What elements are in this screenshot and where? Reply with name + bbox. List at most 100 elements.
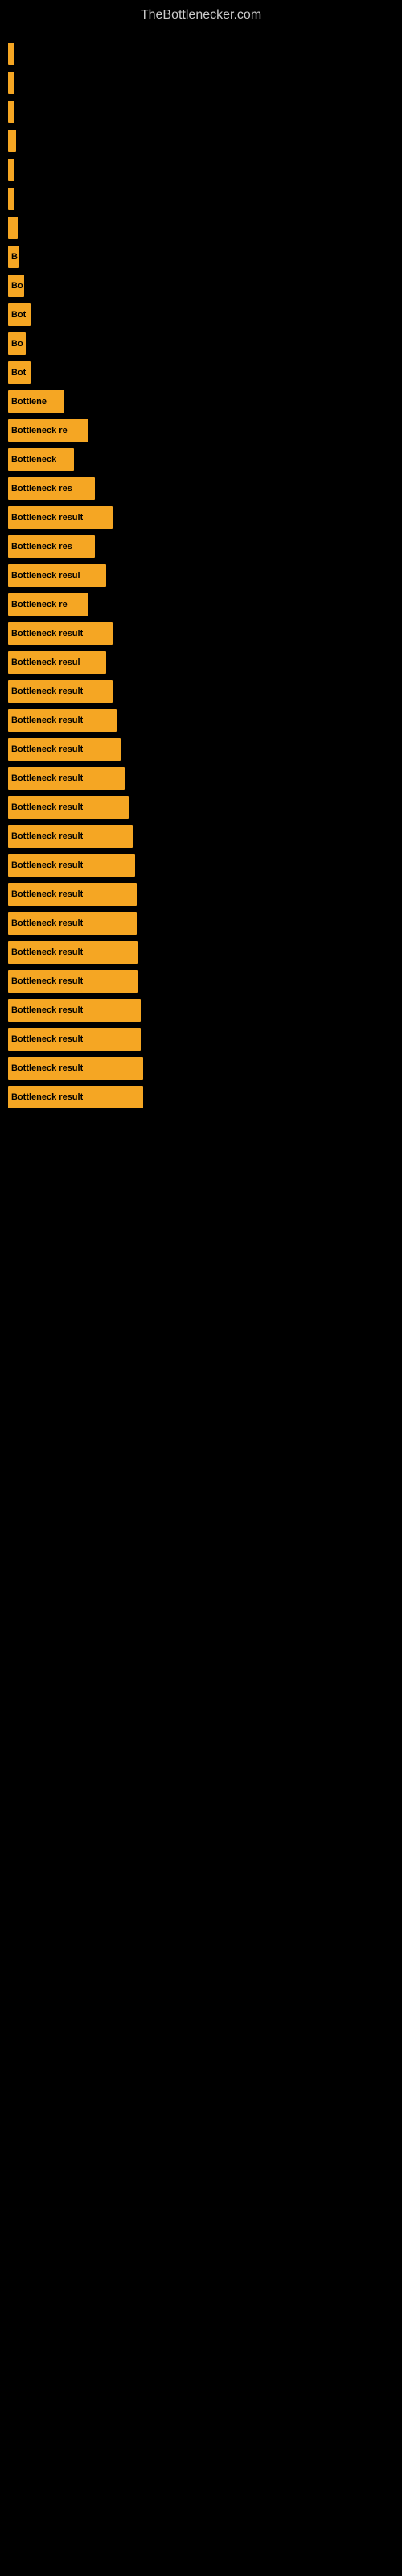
bar-row: Bottleneck re <box>8 593 394 616</box>
site-title: TheBottlenecker.com <box>0 0 402 27</box>
bar-row: B <box>8 246 394 268</box>
bar-item: Bottleneck result <box>8 1028 141 1051</box>
bar-item: Bottleneck result <box>8 970 138 993</box>
bar-row: Bottleneck res <box>8 477 394 500</box>
bar-item: Bottleneck result <box>8 883 137 906</box>
bar-row: Bottleneck result <box>8 680 394 703</box>
bar-label: Bo <box>11 281 23 291</box>
bar-label: Bottleneck result <box>11 1063 83 1073</box>
bar-row <box>8 188 394 210</box>
bar-row: Bot <box>8 303 394 326</box>
bar-label: Bottleneck result <box>11 976 83 986</box>
bar-row: Bottleneck result <box>8 709 394 732</box>
bar-item: Bo <box>8 275 24 297</box>
bar-label: Bottleneck result <box>11 947 83 957</box>
bar-row: Bo <box>8 275 394 297</box>
bar-label: Bottleneck re <box>11 600 68 609</box>
bar-label: Bottleneck result <box>11 687 83 696</box>
bar-row: Bottleneck result <box>8 999 394 1022</box>
bar-item <box>8 130 16 152</box>
bar-row <box>8 43 394 65</box>
bar-label: Bottleneck result <box>11 629 83 638</box>
bar-item <box>8 188 14 210</box>
bar-row: Bottleneck result <box>8 796 394 819</box>
bar-label: Bottleneck result <box>11 716 83 725</box>
bar-row: Bottleneck result <box>8 970 394 993</box>
bar-row: Bottleneck re <box>8 419 394 442</box>
bar-item: Bottleneck result <box>8 767 125 790</box>
bar-label: Bottleneck resul <box>11 571 80 580</box>
bar-item: Bottlene <box>8 390 64 413</box>
bar-label: Bottleneck result <box>11 919 83 928</box>
bar-item: Bottleneck res <box>8 477 95 500</box>
bar-label: Bottleneck <box>11 455 56 464</box>
bar-row: Bottlene <box>8 390 394 413</box>
bar-label: Bo <box>11 339 23 349</box>
bar-row: Bottleneck result <box>8 1028 394 1051</box>
bar-item: Bottleneck result <box>8 738 121 761</box>
bar-item: Bottleneck result <box>8 825 133 848</box>
bar-item: Bottleneck res <box>8 535 95 558</box>
bar-row: Bottleneck result <box>8 767 394 790</box>
bar-label: Bottleneck result <box>11 1034 83 1044</box>
bar-label: Bottleneck resul <box>11 658 80 667</box>
bar-item: Bottleneck result <box>8 622 113 645</box>
bar-item: Bot <box>8 361 31 384</box>
bar-item: Bottleneck resul <box>8 651 106 674</box>
bar-label: Bottleneck re <box>11 426 68 436</box>
bar-item: Bottleneck <box>8 448 74 471</box>
bar-item: Bot <box>8 303 31 326</box>
bar-item: Bottleneck result <box>8 1086 143 1108</box>
bar-item <box>8 43 14 65</box>
bar-row: Bottleneck result <box>8 738 394 761</box>
bar-item: Bottleneck result <box>8 1057 143 1080</box>
bar-item: Bottleneck result <box>8 999 141 1022</box>
bar-row: Bottleneck result <box>8 506 394 529</box>
bar-row <box>8 72 394 94</box>
bar-item <box>8 72 14 94</box>
bar-item: Bottleneck result <box>8 912 137 935</box>
bar-label: Bottleneck result <box>11 1005 83 1015</box>
bar-item: Bottleneck result <box>8 506 113 529</box>
bar-label: Bottleneck result <box>11 803 83 812</box>
bar-row: Bottleneck result <box>8 854 394 877</box>
bar-label: Bottleneck result <box>11 774 83 783</box>
bar-label: Bottleneck res <box>11 484 72 493</box>
site-title-container: TheBottlenecker.com <box>0 0 402 27</box>
bar-label: Bot <box>11 310 26 320</box>
bar-row: Bottleneck result <box>8 912 394 935</box>
bar-item <box>8 101 14 123</box>
bar-row <box>8 130 394 152</box>
bar-item: Bottleneck result <box>8 854 135 877</box>
bar-row: Bottleneck resul <box>8 651 394 674</box>
bar-label: Bottleneck result <box>11 861 83 870</box>
bar-item: Bo <box>8 332 26 355</box>
bar-row: Bottleneck resul <box>8 564 394 587</box>
bar-row: Bottleneck result <box>8 825 394 848</box>
bar-item <box>8 217 18 239</box>
bar-label: Bottleneck res <box>11 542 72 551</box>
bar-label: Bottlene <box>11 397 47 407</box>
bar-row <box>8 217 394 239</box>
bar-label: Bottleneck result <box>11 745 83 754</box>
bar-item <box>8 159 14 181</box>
bar-label: Bottleneck result <box>11 890 83 899</box>
bar-row: Bottleneck result <box>8 1057 394 1080</box>
bar-item: Bottleneck re <box>8 419 88 442</box>
bars-container: B Bo Bot Bo Bot Bottlene Bottleneck re Bottlene… <box>0 27 402 1115</box>
bar-item: Bottleneck result <box>8 796 129 819</box>
bar-row: Bottleneck result <box>8 1086 394 1108</box>
bar-row: Bottleneck res <box>8 535 394 558</box>
bar-item: Bottleneck re <box>8 593 88 616</box>
bar-row: Bottleneck result <box>8 941 394 964</box>
bar-label: Bottleneck result <box>11 832 83 841</box>
bar-label: Bot <box>11 368 26 378</box>
bar-row <box>8 101 394 123</box>
bar-row: Bottleneck result <box>8 883 394 906</box>
bar-item: B <box>8 246 19 268</box>
bar-row <box>8 159 394 181</box>
bar-row: Bottleneck <box>8 448 394 471</box>
bar-label: Bottleneck result <box>11 1092 83 1102</box>
bar-item: Bottleneck result <box>8 709 117 732</box>
bar-item: Bottleneck resul <box>8 564 106 587</box>
